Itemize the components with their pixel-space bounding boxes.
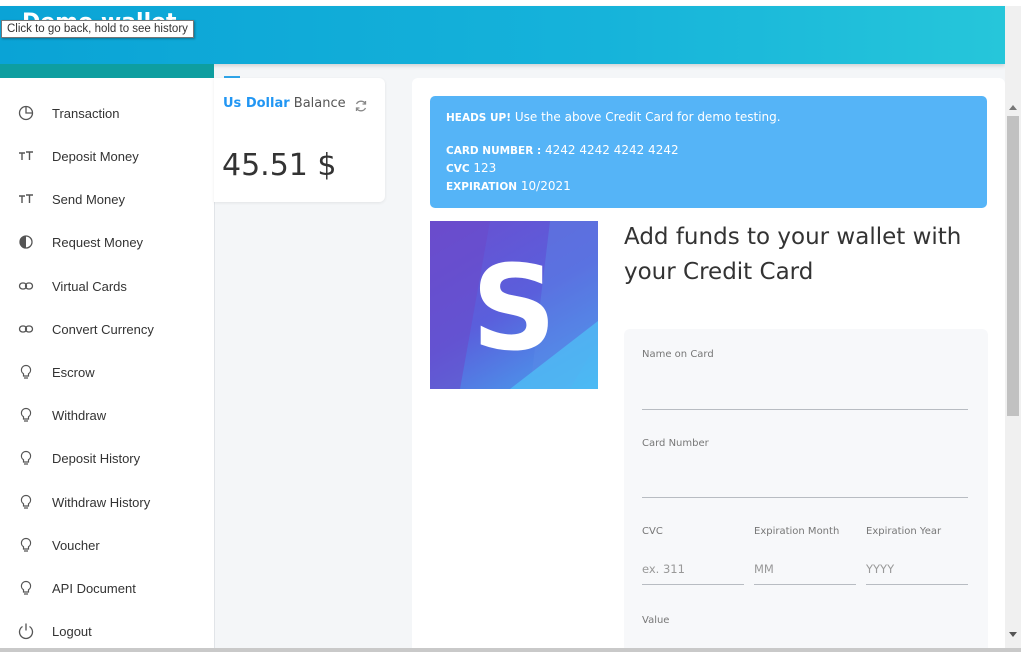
lightbulb-icon [17, 493, 35, 511]
alert-expiration: 10/2021 [520, 179, 571, 193]
sidebar-item-label: Deposit Money [52, 148, 139, 164]
alert-card-number-line: CARD NUMBER : 4242 4242 4242 4242 [446, 143, 679, 157]
sidebar-item-label: Virtual Cards [52, 278, 127, 294]
balance-currency: Us Dollar [223, 96, 290, 111]
power-icon [17, 622, 35, 640]
sidebar-item-escrow[interactable]: Escrow [0, 354, 214, 390]
sidebar-item-label: Withdraw [52, 407, 107, 423]
sidebar-item-withdraw-history[interactable]: Withdraw History [0, 484, 214, 520]
sidebar-item-label: Transaction [52, 105, 120, 121]
text-size-icon [17, 147, 35, 165]
sidebar-item-convert-currency[interactable]: Convert Currency [0, 311, 214, 347]
sidebar-item-label: Request Money [52, 234, 144, 250]
alert-heads-up: HEADS UP! [446, 112, 512, 124]
sidebar-item-voucher[interactable]: Voucher [0, 527, 214, 563]
contrast-icon [17, 233, 35, 251]
name-on-card-input[interactable] [642, 383, 968, 410]
sidebar-item-transaction[interactable]: Transaction [0, 95, 214, 131]
alert-expiration-label: EXPIRATION [446, 181, 518, 193]
lightbulb-icon [17, 536, 35, 554]
vertical-scrollbar-thumb[interactable] [1007, 116, 1019, 416]
sidebar-item-withdraw[interactable]: Withdraw [0, 397, 214, 433]
alert-expiration-line: EXPIRATION 10/2021 [446, 179, 571, 193]
name-on-card-label: Name on Card [642, 349, 714, 360]
demo-card-alert: HEADS UP! Use the above Credit Card for … [430, 96, 987, 208]
stripe-logo-letter: S [472, 239, 557, 377]
alert-card-number-label: CARD NUMBER : [446, 145, 542, 157]
sidebar-item-label: Deposit History [52, 450, 141, 466]
sidebar-item-label: API Document [52, 580, 136, 596]
lightbulb-icon [17, 363, 35, 381]
sidebar-item-send-money[interactable]: Send Money [0, 181, 214, 217]
credit-card-form: Name on Card Card Number CVC Expiration … [624, 329, 988, 652]
sidebar-item-label: Withdraw History [52, 494, 151, 510]
horizontal-scrollbar[interactable] [0, 648, 1021, 652]
sidebar-accent-bar [0, 64, 214, 78]
alert-card-number: 4242 4242 4242 4242 [545, 143, 679, 157]
lightbulb-icon [17, 449, 35, 467]
expiration-year-input[interactable] [866, 554, 968, 585]
sidebar-item-label: Escrow [52, 364, 95, 380]
sidebar-item-label: Convert Currency [52, 321, 154, 337]
sidebar-item-label: Logout [52, 623, 92, 639]
stripe-logo: S [430, 221, 598, 389]
link-icon [17, 320, 35, 338]
sidebar-item-virtual-cards[interactable]: Virtual Cards [0, 268, 214, 304]
alert-cvc-label: CVC [446, 163, 470, 175]
sidebar: Transaction Deposit Money Send Money Req… [0, 78, 215, 652]
sidebar-item-deposit-history[interactable]: Deposit History [0, 440, 214, 476]
alert-message: Use the above Credit Card for demo testi… [514, 110, 781, 124]
balance-card: Us Dollar Balance 45.51 $ [214, 78, 385, 202]
link-icon [17, 277, 35, 295]
alert-cvc: 123 [473, 161, 497, 175]
pie-chart-icon [17, 104, 35, 122]
sidebar-item-api-document[interactable]: API Document [0, 570, 214, 606]
scroll-down-arrow-icon[interactable] [1005, 628, 1021, 642]
sidebar-item-logout[interactable]: Logout [0, 613, 214, 649]
balance-amount: 45.51 $ [222, 148, 337, 183]
add-funds-card: HEADS UP! Use the above Credit Card for … [412, 78, 1005, 652]
expiration-year-label: Expiration Year [866, 526, 942, 537]
add-funds-title: Add funds to your wallet with your Credi… [624, 224, 962, 285]
sidebar-item-label: Send Money [52, 191, 125, 207]
back-button-tooltip: Click to go back, hold to see history [1, 20, 194, 38]
card-number-label: Card Number [642, 438, 709, 449]
scroll-up-arrow-icon[interactable] [1005, 100, 1021, 114]
expiration-month-input[interactable] [754, 554, 856, 585]
text-size-icon [17, 190, 35, 208]
sidebar-item-request-money[interactable]: Request Money [0, 224, 214, 260]
sidebar-item-deposit-money[interactable]: Deposit Money [0, 138, 214, 174]
lightbulb-icon [17, 406, 35, 424]
sidebar-item-label: Voucher [52, 537, 100, 553]
cvc-label: CVC [642, 526, 663, 537]
refresh-icon[interactable] [354, 98, 368, 117]
alert-heading-line: HEADS UP! Use the above Credit Card for … [446, 110, 781, 124]
lightbulb-icon [17, 579, 35, 597]
alert-cvc-line: CVC 123 [446, 161, 496, 175]
value-label: Value [642, 615, 670, 626]
expiration-month-label: Expiration Month [754, 526, 840, 537]
card-number-input[interactable] [642, 471, 968, 498]
balance-title: Us Dollar Balance [223, 96, 346, 111]
cvc-input[interactable] [642, 554, 744, 585]
balance-label: Balance [293, 96, 346, 111]
